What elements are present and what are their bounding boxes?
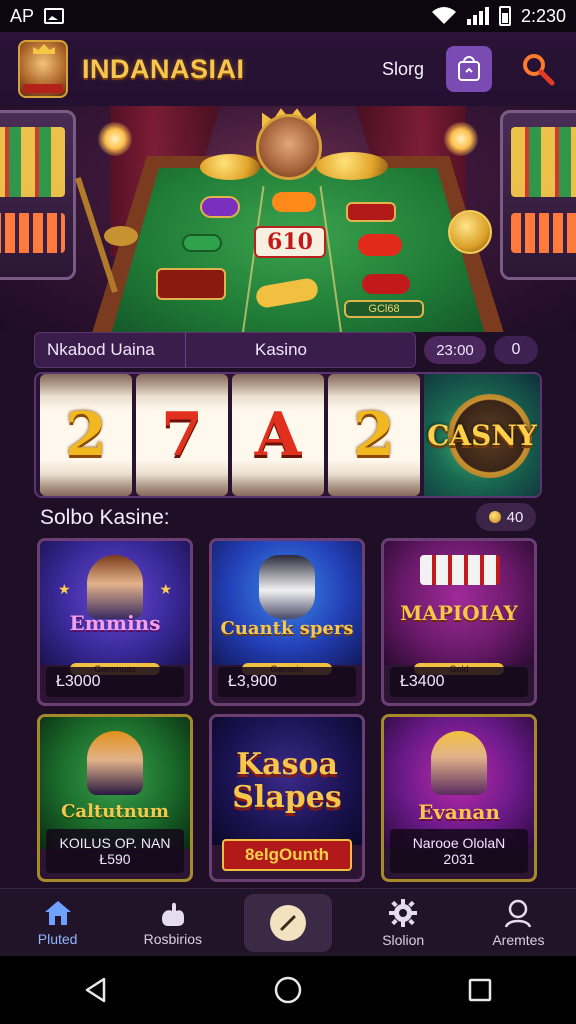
wifi-icon [431, 7, 456, 25]
store-bag-icon [458, 56, 480, 81]
game-card[interactable]: Kasoa Slapes 8elgOunth [209, 714, 365, 882]
app-header: INDANASIAI Slorg [0, 32, 576, 106]
recents-button[interactable] [456, 966, 504, 1014]
game-title: Kasoa Slapes [232, 747, 342, 815]
promo-pill[interactable]: Nkabod Uaina Kasino [34, 332, 416, 368]
section-title: Solbo Kasine: [40, 506, 170, 529]
promo-bar: Nkabod Uaina Kasino 23:00 0 [34, 332, 542, 368]
game-footer-text: 8elgOunth [244, 845, 330, 864]
game-title: MAPIOIAY [400, 600, 518, 625]
slot-machine-right-image [500, 110, 576, 280]
home-circle-icon [274, 976, 302, 1004]
status-bar: AP 2:230 [0, 0, 576, 32]
slot-reels-banner[interactable]: 2 7 A 2 CASNY [34, 372, 542, 498]
center-action-button[interactable] [244, 893, 332, 952]
hand-icon [161, 902, 184, 926]
store-link[interactable]: Slorg [382, 59, 424, 80]
game-card[interactable]: Cuantk spers Gamwin Ł3,900 [209, 538, 365, 706]
game-price: Ł3,900 [218, 667, 356, 697]
casino-badge: CASNY [424, 374, 540, 496]
nav-item-settings[interactable]: Slolion [346, 889, 461, 956]
game-title: Caltutnum [61, 800, 169, 822]
game-card[interactable]: Caltutnum KOILUS OP. NAN Ł590 [37, 714, 193, 882]
search-icon [523, 54, 555, 86]
game-title: Evanan [418, 799, 500, 824]
battery-icon [498, 6, 511, 26]
promo-tab-kasino[interactable]: Kasino [255, 340, 307, 360]
app-logo-icon[interactable] [18, 40, 68, 98]
playing-cards-image [420, 555, 500, 585]
game-footer[interactable]: 8elgOunth [222, 839, 352, 871]
nav-label: Slolion [382, 931, 425, 948]
character-image [431, 731, 487, 795]
bottom-nav: Pluted Rosbirios Slolion Aremtes [0, 888, 576, 956]
game-title: Cuantk spers [220, 617, 354, 639]
game-price: Ł3400 [390, 667, 528, 697]
promo-score-badge: 23:00 [424, 336, 486, 364]
home-button[interactable] [264, 966, 312, 1014]
king-figure-image [256, 114, 322, 180]
nav-label: Aremtes [492, 931, 545, 948]
user-icon [505, 899, 532, 928]
store-button[interactable] [446, 46, 492, 92]
cat-character-image [259, 555, 315, 619]
hero-banner[interactable]: 610 GCl68 [0, 106, 576, 332]
back-icon [85, 977, 106, 1003]
character-image [87, 555, 143, 619]
status-time: 2:230 [520, 5, 566, 26]
reel: 2 [328, 374, 420, 496]
promo-label: Nkabod Uaina [47, 340, 155, 359]
game-footer-line2: 2031 [443, 851, 475, 867]
recents-icon [468, 978, 492, 1002]
flying-coin-icon [448, 210, 492, 254]
reel-symbol: 7 [161, 400, 203, 470]
nav-item-account[interactable]: Aremtes [461, 889, 576, 956]
coin-icon [488, 511, 501, 523]
reel: 7 [136, 374, 228, 496]
reel: A [232, 374, 324, 496]
nav-label: Pluted [37, 930, 78, 947]
coin-balance-badge[interactable]: 40 [476, 503, 536, 531]
game-card[interactable]: Evanan Narooe OlolaN 2031 [381, 714, 537, 882]
game-title: Emmins [69, 610, 161, 635]
nav-item-center[interactable] [230, 889, 345, 956]
game-footer-line1: Narooe OlolaN [412, 834, 506, 851]
game-card[interactable]: MAPIOIAY Gold Ł3400 [381, 538, 537, 706]
game-footer: KOILUS OP. NAN Ł590 [46, 829, 184, 873]
game-footer: Narooe OlolaN 2031 [390, 829, 528, 873]
signal-icon [466, 7, 489, 25]
table-corner-text: GCl68 [368, 303, 400, 315]
gear-icon [389, 898, 418, 927]
game-footer-line1: KOILUS OP. NAN [59, 834, 171, 851]
home-icon [44, 900, 71, 925]
promo-count-badge: 0 [494, 336, 538, 364]
table-center-tile: 610 [254, 226, 326, 258]
game-footer-line2: Ł590 [99, 851, 131, 867]
status-left-text: AP [10, 5, 35, 26]
table-corner-tile: GCl68 [344, 300, 424, 318]
slot-machine-left-image [0, 110, 76, 280]
system-nav-bar [0, 956, 576, 1024]
game-card[interactable]: ★ ★ Emmins Gammuas Ł3000 [37, 538, 193, 706]
back-button[interactable] [72, 966, 120, 1014]
reel-symbol: 2 [65, 400, 107, 470]
nav-label: Rosbirios [143, 930, 202, 947]
image-notification-icon [44, 8, 65, 24]
nav-item-home[interactable]: Pluted [0, 889, 115, 956]
compass-icon [280, 915, 296, 930]
app-title: INDANASIAI [82, 53, 245, 84]
reel-symbol: A [254, 400, 302, 470]
coin-balance-value: 40 [506, 508, 524, 526]
nav-item-rosbirios[interactable]: Rosbirios [115, 889, 230, 956]
reel-symbol: 2 [353, 400, 395, 470]
reel: 2 [40, 374, 132, 496]
character-image [87, 731, 143, 795]
search-button[interactable] [518, 49, 558, 89]
casino-badge-text: CASNY [427, 418, 537, 452]
game-price: Ł3000 [46, 667, 184, 697]
table-center-text: 610 [267, 229, 313, 255]
